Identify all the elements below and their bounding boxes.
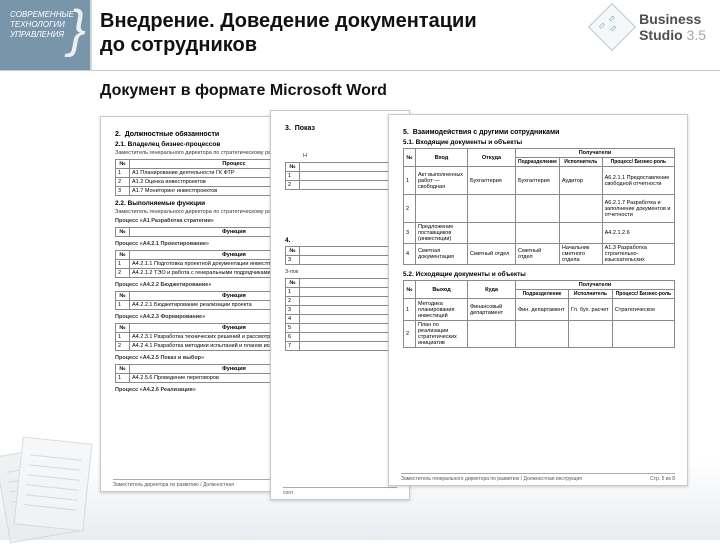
table-5-1: № Вход Откуда Получатели Подразделение И…	[403, 148, 675, 265]
header-rule	[0, 70, 720, 71]
slide-subtitle: Документ в формате Microsoft Word	[100, 82, 387, 100]
word-page-5: 5. Взаимодействия с другими сотрудниками…	[388, 114, 688, 486]
title-line-1: Внедрение. Доведение документации	[100, 10, 477, 32]
slide-title: Внедрение. Доведение документации до сот…	[100, 10, 560, 57]
logo-diamond-icon: ▯ ▯ ▯	[588, 3, 636, 51]
paper-stack-icon	[0, 436, 102, 546]
brand-right-text: Business Studio 3.5	[639, 11, 706, 43]
document-stack: 2. Должностные обязанности 2.1. Владелец…	[100, 110, 690, 510]
brand-left-badge: СОВРЕМЕННЫЕ ТЕХНОЛОГИИ УПРАВЛЕНИЯ }	[0, 0, 92, 70]
brand-bracket-icon: }	[69, 6, 86, 53]
page-footer: Заместитель генерального директора по ра…	[401, 473, 675, 482]
table-5-2: № Выход Куда Получатели Подразделение Ис…	[403, 280, 675, 348]
title-line-2: до сотрудников	[100, 34, 257, 56]
brand-right-logo: ▯ ▯ ▯ Business Studio 3.5	[595, 10, 706, 44]
